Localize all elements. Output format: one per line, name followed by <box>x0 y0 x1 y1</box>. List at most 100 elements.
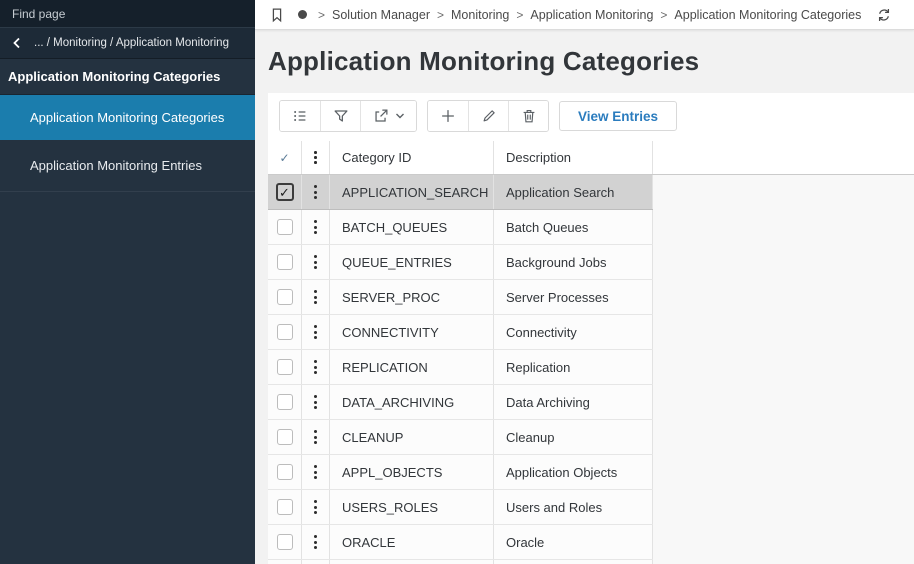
category-id-cell: SERVER_PROC <box>330 280 494 314</box>
column-header-description[interactable]: Description <box>494 141 653 174</box>
bookmark-icon[interactable] <box>268 5 286 25</box>
row-checkbox[interactable] <box>277 499 293 515</box>
category-id-cell: USERS_ROLES <box>330 490 494 524</box>
row-checkbox[interactable] <box>276 183 294 201</box>
row-checkbox[interactable] <box>277 359 293 375</box>
breadcrumb-link[interactable]: Application Monitoring Categories <box>674 8 861 22</box>
back-nav-label: ... / Monitoring / Application Monitorin… <box>34 37 229 49</box>
breadcrumb-link[interactable]: Application Monitoring <box>530 8 653 22</box>
edit-button-group <box>427 100 549 132</box>
row-menu-cell <box>302 280 330 314</box>
row-checkbox-cell <box>268 420 302 454</box>
row-actions-header[interactable] <box>302 141 330 174</box>
row-checkbox-cell <box>268 280 302 314</box>
description-cell: Application Search <box>494 175 653 209</box>
row-menu-cell <box>302 315 330 349</box>
description-cell: Server Processes <box>494 280 653 314</box>
row-kebab-menu-icon[interactable] <box>310 356 321 378</box>
description-cell <box>494 560 653 564</box>
column-header-category-id[interactable]: Category ID <box>330 141 494 174</box>
row-checkbox-cell <box>268 315 302 349</box>
view-entries-button[interactable]: View Entries <box>559 101 677 131</box>
table-row[interactable]: REPLICATION Replication <box>268 350 653 385</box>
table-row[interactable]: BATCH_QUEUES Batch Queues <box>268 210 653 245</box>
row-checkbox[interactable] <box>277 254 293 270</box>
breadcrumb-link[interactable]: Solution Manager <box>332 8 430 22</box>
row-kebab-menu-icon[interactable] <box>310 321 321 343</box>
export-button[interactable] <box>360 101 416 131</box>
row-kebab-menu-icon[interactable] <box>310 391 321 413</box>
category-id-cell: CONNECTIVITY <box>330 315 494 349</box>
row-menu-cell <box>302 455 330 489</box>
table-row[interactable]: QUEUE_ENTRIES Background Jobs <box>268 245 653 280</box>
row-checkbox[interactable] <box>277 289 293 305</box>
row-menu-cell <box>302 350 330 384</box>
header-filler <box>653 141 914 174</box>
filter-icon <box>332 107 350 125</box>
select-all-header[interactable]: ✓ <box>268 141 302 174</box>
breadcrumb-link[interactable]: Monitoring <box>451 8 509 22</box>
table-row[interactable]: APPLICATION_SEARCH Application Search <box>268 175 653 210</box>
description-cell: Cleanup <box>494 420 653 454</box>
row-menu-cell <box>302 560 330 564</box>
row-kebab-menu-icon[interactable] <box>310 181 321 203</box>
kebab-menu-icon <box>310 147 321 168</box>
row-kebab-menu-icon[interactable] <box>310 426 321 448</box>
category-id-cell: CLEANUP <box>330 420 494 454</box>
description-cell: Batch Queues <box>494 210 653 244</box>
row-kebab-menu-icon[interactable] <box>310 251 321 273</box>
delete-button[interactable] <box>508 101 548 131</box>
category-id-cell: QUEUE_ENTRIES <box>330 245 494 279</box>
row-kebab-menu-icon[interactable] <box>310 461 321 483</box>
record-dot-icon[interactable] <box>298 10 307 19</box>
description-cell: Application Objects <box>494 455 653 489</box>
table-row[interactable]: APPL_OBJECTS Application Objects <box>268 455 653 490</box>
edit-button[interactable] <box>468 101 508 131</box>
row-kebab-menu-icon[interactable] <box>310 286 321 308</box>
row-checkbox[interactable] <box>277 464 293 480</box>
filter-button[interactable] <box>320 101 360 131</box>
row-checkbox[interactable] <box>277 429 293 445</box>
description-cell: Oracle <box>494 525 653 559</box>
row-menu-cell <box>302 175 330 209</box>
row-checkbox-cell <box>268 350 302 384</box>
content-panel: View Entries ✓ Category ID Description <box>268 93 914 564</box>
delete-icon <box>520 107 538 125</box>
find-page-search[interactable]: Find page <box>0 0 255 28</box>
row-menu-cell <box>302 525 330 559</box>
list-settings-button[interactable] <box>280 101 320 131</box>
category-id-cell: APPL_OBJECTS <box>330 455 494 489</box>
sidebar: Find page ... / Monitoring / Application… <box>0 0 255 564</box>
page-title: Application Monitoring Categories <box>268 46 699 77</box>
sidebar-item-0[interactable]: Application Monitoring Categories <box>0 95 255 140</box>
row-menu-cell <box>302 245 330 279</box>
row-kebab-menu-icon[interactable] <box>310 531 321 553</box>
topbar: >Solution Manager>Monitoring>Application… <box>255 0 914 30</box>
row-checkbox-cell <box>268 455 302 489</box>
row-kebab-menu-icon[interactable] <box>310 216 321 238</box>
row-checkbox[interactable] <box>277 534 293 550</box>
find-page-label: Find page <box>12 7 65 21</box>
table-row[interactable]: USERS_ROLES Users and Roles <box>268 490 653 525</box>
chevron-left-icon <box>12 37 22 49</box>
add-button[interactable] <box>428 101 468 131</box>
row-kebab-menu-icon[interactable] <box>310 496 321 518</box>
table-row[interactable]: CONNECTIVITY Connectivity <box>268 315 653 350</box>
row-checkbox-cell <box>268 560 302 564</box>
table-row[interactable]: ORACLE Oracle <box>268 525 653 560</box>
category-id-cell: APPLICATION_SEARCH <box>330 175 494 209</box>
row-checkbox[interactable] <box>277 219 293 235</box>
sidebar-item-1[interactable]: Application Monitoring Entries <box>0 140 255 192</box>
row-menu-cell <box>302 210 330 244</box>
row-checkbox[interactable] <box>277 394 293 410</box>
refresh-icon[interactable] <box>875 6 893 24</box>
table-row[interactable] <box>268 560 653 564</box>
main-area: >Solution Manager>Monitoring>Application… <box>255 0 914 564</box>
table-row[interactable]: SERVER_PROC Server Processes <box>268 280 653 315</box>
row-menu-cell <box>302 490 330 524</box>
sidebar-back-nav[interactable]: ... / Monitoring / Application Monitorin… <box>0 28 255 59</box>
table-row[interactable]: DATA_ARCHIVING Data Archiving <box>268 385 653 420</box>
row-checkbox[interactable] <box>277 324 293 340</box>
table-row[interactable]: CLEANUP Cleanup <box>268 420 653 455</box>
breadcrumb-separator: > <box>516 8 523 22</box>
